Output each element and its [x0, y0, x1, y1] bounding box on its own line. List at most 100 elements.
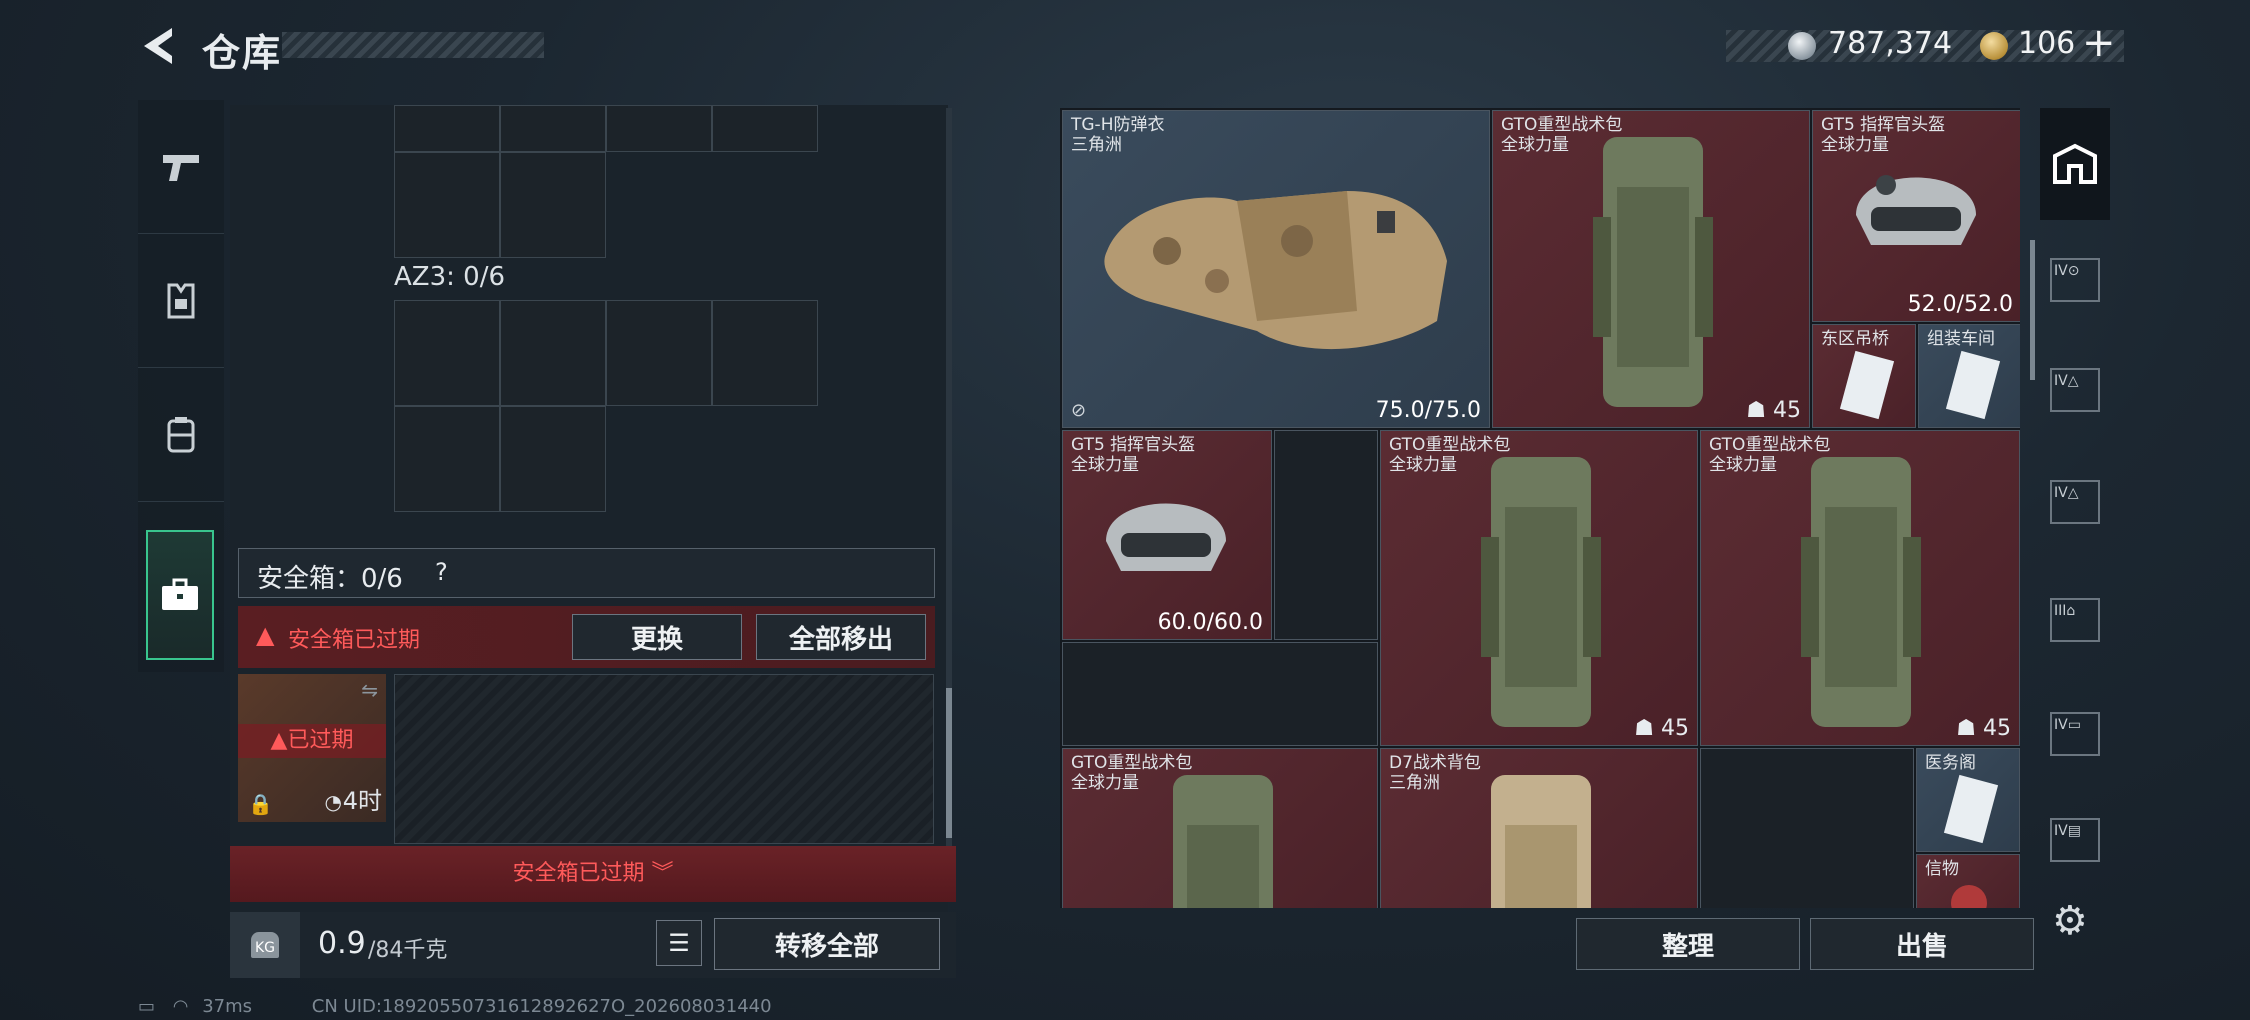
chevron-down-icon: ︾ [651, 861, 674, 886]
keycard-icon [1839, 350, 1895, 420]
helmet-image [1856, 175, 1976, 245]
clock-icon: ◔ [324, 790, 342, 814]
stack-icon: ☗ [1956, 716, 1983, 741]
expired-strip-text: 安全箱已过期 [512, 861, 645, 886]
expired-warning-bar: ▲ 安全箱已过期 更换 全部移出 [238, 606, 935, 668]
tab-safe-box[interactable] [146, 530, 214, 660]
item-medical-bay-card[interactable]: 医务阁 [1916, 748, 2020, 852]
item-durability: 52.0/52.0 [1907, 292, 2013, 317]
door-icon [2053, 143, 2097, 184]
sidebar-item-vest[interactable]: IV△ [2050, 368, 2100, 412]
sidebar-item-gear[interactable]: III⌂ [2050, 598, 2100, 642]
item-gto-backpack-4[interactable]: GTO重型战术包 全球力量 [1062, 748, 1378, 908]
item-gto-backpack[interactable]: GTO重型战术包 全球力量 ☗ 45 [1492, 110, 1810, 428]
safe-box-expired-strip[interactable]: 安全箱已过期 ︾ [230, 846, 956, 902]
sidebar-item-overview[interactable] [2040, 108, 2110, 220]
expired-tag: 已过期 [287, 728, 354, 753]
token-icon [1951, 885, 1987, 908]
keycard-icon [1945, 350, 2001, 420]
tab-armor[interactable] [138, 234, 224, 368]
helmet-image [1106, 503, 1226, 571]
item-durability: 75.0/75.0 [1375, 398, 1481, 423]
item-assembly-workshop-card[interactable]: 组装车间 [1918, 324, 2020, 428]
warning-triangle-icon: ▲ [256, 621, 275, 649]
rig-slot-icon: IV△ [2054, 485, 2079, 501]
tab-backpack[interactable] [138, 368, 224, 502]
loot-panel: TG-H防弹衣 三角洲 ⊘ 75.0/75.0 GTO重型战术包 全球力量 ☗ 45… [1060, 108, 2020, 908]
back-arrow-icon[interactable] [138, 24, 182, 68]
list-view-icon[interactable]: ☰ [656, 920, 702, 966]
equipment-sidebar: IV⊙ IV△ IV△ III⌂ IV▭ IV▤ [2040, 108, 2110, 888]
item-tg-h-vest[interactable]: TG-H防弹衣 三角洲 ⊘ 75.0/75.0 [1062, 110, 1490, 428]
item-east-bridge-card[interactable]: 东区吊桥 [1812, 324, 1916, 428]
az3-label: AZ3: 0/6 [394, 262, 506, 292]
stack-icon: ☗ [1746, 398, 1773, 423]
item-durability: 60.0/60.0 [1157, 610, 1263, 635]
weight-unit: /84千克 [368, 938, 448, 963]
item-gto-backpack-2[interactable]: GTO重型战术包 全球力量 ☗ 45 [1380, 430, 1698, 746]
safe-box-capacity: 安全箱：0/6 ? [238, 548, 935, 598]
safe-box-grid [394, 674, 934, 844]
sort-button[interactable]: 整理 [1576, 918, 1800, 970]
no-insure-icon: ⊘ [1071, 400, 1087, 421]
sidebar-item-case[interactable]: IV▤ [2050, 818, 2100, 862]
status-footer: ▭ ◠ 37ms CN UID:18920550731612892627O_20… [138, 996, 772, 1017]
tab-weapons[interactable] [138, 100, 224, 234]
loot-scrollbar[interactable] [2030, 240, 2035, 380]
stack-icon: ☗ [1634, 716, 1661, 741]
battery-icon: ▭ [138, 996, 156, 1017]
move-all-out-button[interactable]: 全部移出 [756, 614, 926, 660]
sidebar-item-rig[interactable]: IV△ [2050, 480, 2100, 524]
empty-slot[interactable] [1274, 430, 1378, 640]
help-icon[interactable]: ? [435, 558, 448, 586]
weapon-slot-icon: IV▭ [2054, 717, 2081, 733]
sidebar-item-weapon[interactable]: IV▭ [2050, 712, 2100, 756]
item-count: ☗ 45 [1634, 716, 1689, 741]
case-slot-icon: IV▤ [2054, 823, 2081, 839]
add-currency-button[interactable]: + [2082, 20, 2116, 66]
item-gt5-helmet[interactable]: GT5 指挥官头盔 全球力量 52.0/52.0 [1812, 110, 2020, 322]
weight-icon: KG [230, 912, 300, 978]
safe-box-item[interactable]: ⇋ ▲已过期 🔒 ◔ 4时 [238, 674, 386, 822]
title-stripe [282, 32, 544, 58]
vest-slot-icon: IV△ [2054, 373, 2079, 389]
empty-slot[interactable] [1062, 642, 1378, 746]
expired-triangle-icon: ▲ [270, 728, 288, 753]
gear-slot-icon: III⌂ [2054, 603, 2076, 619]
item-count: ☗ 45 [1956, 716, 2011, 741]
settings-gear-icon[interactable]: ⚙ [2052, 898, 2088, 944]
uid-text: CN UID:18920550731612892627O_20260803144… [311, 996, 772, 1017]
item-d7-backpack[interactable]: D7战术背包 三角洲 [1380, 748, 1698, 908]
warning-text: 安全箱已过期 [288, 628, 421, 653]
replace-button[interactable]: 更换 [572, 614, 742, 660]
sidebar-item-helmet[interactable]: IV⊙ [2050, 258, 2100, 302]
item-count: ☗ 45 [1746, 398, 1801, 423]
item-gto-backpack-3[interactable]: GTO重型战术包 全球力量 ☗ 45 [1700, 430, 2020, 746]
backpack-image [1481, 457, 1601, 727]
category-tabs [138, 100, 224, 672]
armor-vest-image [1104, 191, 1447, 350]
swap-icon[interactable]: ⇋ [361, 678, 378, 702]
timer-text: 4时 [342, 787, 382, 815]
item-gt5-helmet-2[interactable]: GT5 指挥官头盔 全球力量 60.0/60.0 [1062, 430, 1272, 640]
weight-bar: KG 0.9 /84千克 ☰ 转移全部 [230, 912, 956, 978]
weight-value: 0.9 [318, 926, 366, 961]
wifi-icon: ◠ [172, 996, 189, 1017]
armor-vest-icon [167, 283, 195, 318]
safe-box-label: 安全箱：0/6 [257, 564, 403, 594]
backpack-image [1173, 775, 1273, 908]
transfer-all-button[interactable]: 转移全部 [714, 918, 940, 970]
helmet-slot-icon: IV⊙ [2054, 263, 2080, 279]
empty-slot[interactable] [1700, 748, 1914, 908]
storage-scrollbar[interactable] [946, 108, 952, 848]
sell-button[interactable]: 出售 [1810, 918, 2034, 970]
item-token[interactable]: 信物 [1916, 854, 2020, 908]
backpack-icon [167, 416, 195, 452]
backpack-image [1593, 137, 1713, 407]
lock-icon: 🔒 [248, 792, 273, 816]
silver-amount: 787,374 [1828, 26, 1953, 61]
briefcase-icon [162, 578, 198, 610]
gold-amount: 106 [2018, 26, 2076, 61]
gold-coin-icon [1980, 32, 2008, 60]
backpack-image [1801, 457, 1921, 727]
